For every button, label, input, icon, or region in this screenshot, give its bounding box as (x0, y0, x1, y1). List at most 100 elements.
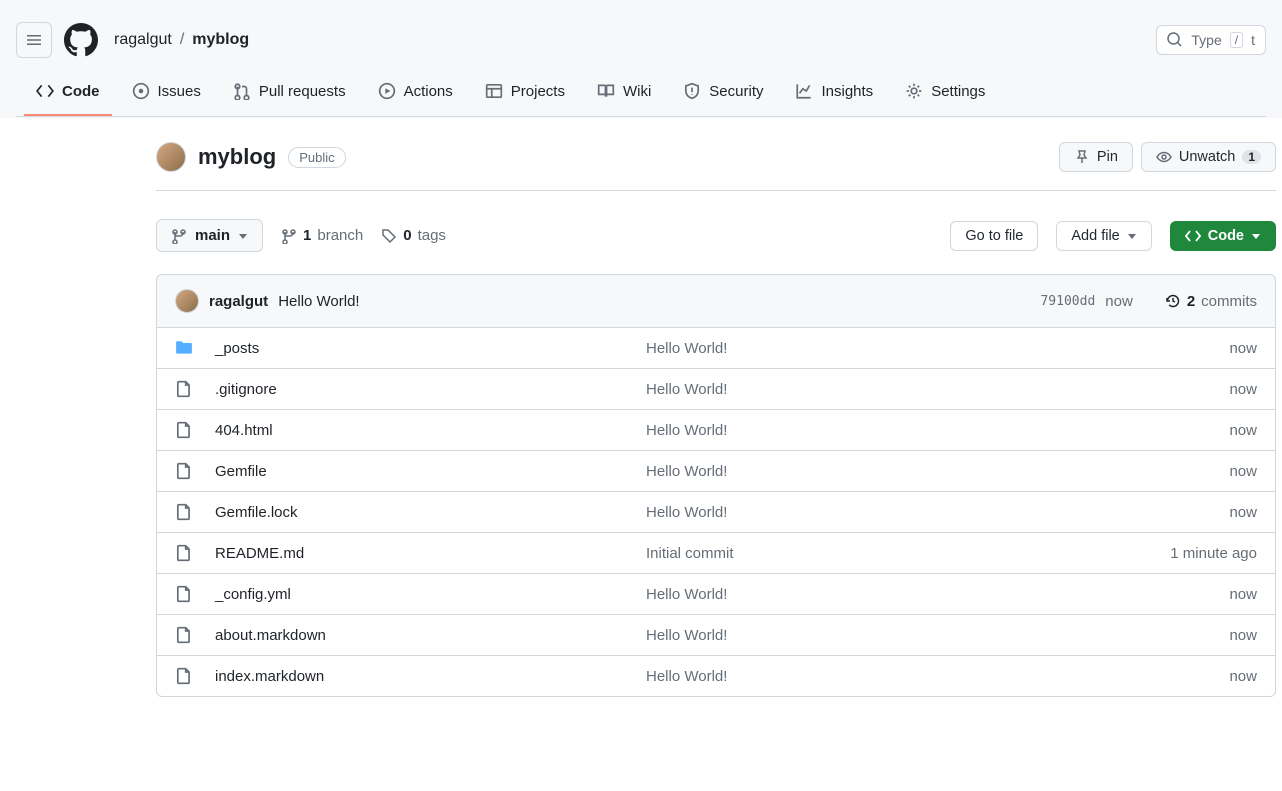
search-placeholder: Type (1191, 32, 1221, 48)
file-name[interactable]: README.md (215, 545, 646, 562)
breadcrumb-separator: / (180, 31, 184, 49)
tag-count-word: tags (418, 227, 446, 244)
github-logo[interactable] (64, 23, 98, 57)
hamburger-button[interactable] (16, 22, 52, 58)
file-name[interactable]: .gitignore (215, 381, 646, 398)
file-age: now (1077, 504, 1257, 521)
file-commit-message[interactable]: Hello World! (646, 340, 1077, 357)
tab-settings[interactable]: Settings (893, 72, 997, 116)
search-hotkey: / (1230, 32, 1243, 48)
caret-down-icon (1251, 231, 1261, 241)
file-name[interactable]: Gemfile.lock (215, 504, 646, 521)
file-name[interactable]: _posts (215, 340, 646, 357)
pin-label: Pin (1097, 149, 1118, 165)
file-commit-message[interactable]: Hello World! (646, 504, 1077, 521)
watch-label: Unwatch (1179, 149, 1235, 165)
tab-insights[interactable]: Insights (783, 72, 885, 116)
actions-icon (378, 82, 396, 100)
history-icon (1165, 293, 1181, 309)
tab-projects[interactable]: Projects (473, 72, 577, 116)
file-age: now (1077, 668, 1257, 685)
folder-icon (175, 339, 215, 357)
code-icon (36, 82, 54, 100)
file-name[interactable]: index.markdown (215, 668, 646, 685)
branch-select-button[interactable]: main (156, 219, 263, 252)
tab-label: Issues (158, 83, 201, 100)
file-name[interactable]: _config.yml (215, 586, 646, 603)
tab-label: Actions (404, 83, 453, 100)
pin-button[interactable]: Pin (1059, 142, 1133, 172)
file-commit-message[interactable]: Hello World! (646, 627, 1077, 644)
file-icon (175, 503, 215, 521)
file-name[interactable]: Gemfile (215, 463, 646, 480)
caret-down-icon (1127, 231, 1137, 241)
github-logo-icon (64, 23, 98, 57)
repo-title[interactable]: myblog (198, 144, 276, 170)
file-icon (175, 421, 215, 439)
code-button-label: Code (1208, 228, 1244, 244)
code-button[interactable]: Code (1170, 221, 1276, 251)
branch-count-number: 1 (303, 227, 311, 244)
branch-icon (281, 228, 297, 244)
file-age: now (1077, 627, 1257, 644)
watch-button[interactable]: Unwatch 1 (1141, 142, 1276, 172)
owner-avatar[interactable] (156, 142, 186, 172)
file-age: now (1077, 381, 1257, 398)
commit-time[interactable]: now (1105, 293, 1133, 310)
file-commit-message[interactable]: Hello World! (646, 668, 1077, 685)
commit-message[interactable]: Hello World! (278, 293, 359, 310)
add-file-button[interactable]: Add file (1056, 221, 1151, 251)
file-row: about.markdownHello World!now (157, 614, 1275, 655)
pull-request-icon (233, 82, 251, 100)
commit-author-avatar[interactable] (175, 289, 199, 313)
file-icon (175, 626, 215, 644)
commit-sha[interactable]: 79100dd (1040, 294, 1095, 309)
code-icon (1185, 228, 1201, 244)
tag-icon (381, 228, 397, 244)
file-commit-message[interactable]: Hello World! (646, 422, 1077, 439)
file-row: README.mdInitial commit1 minute ago (157, 532, 1275, 573)
file-icon (175, 380, 215, 398)
goto-file-label: Go to file (965, 228, 1023, 244)
search-input[interactable]: Type / t (1156, 25, 1266, 55)
file-commit-message[interactable]: Initial commit (646, 545, 1077, 562)
file-toolbar: main 1 branch 0 tags Go to file Add file… (156, 219, 1276, 252)
tab-label: Security (709, 83, 763, 100)
branch-count[interactable]: 1 branch (281, 227, 363, 244)
search-icon (1167, 32, 1183, 48)
goto-file-button[interactable]: Go to file (950, 221, 1038, 251)
file-icon (175, 462, 215, 480)
file-age: now (1077, 463, 1257, 480)
tab-wiki[interactable]: Wiki (585, 72, 663, 116)
tab-actions[interactable]: Actions (366, 72, 465, 116)
settings-icon (905, 82, 923, 100)
file-age: now (1077, 340, 1257, 357)
file-table: _postsHello World!now.gitignoreHello Wor… (156, 328, 1276, 697)
file-commit-message[interactable]: Hello World! (646, 463, 1077, 480)
file-age: now (1077, 422, 1257, 439)
commits-link[interactable]: 2 commits (1165, 293, 1257, 310)
file-row: Gemfile.lockHello World!now (157, 491, 1275, 532)
latest-commit-bar: ragalgut Hello World! 79100dd now 2 comm… (156, 274, 1276, 328)
tag-count[interactable]: 0 tags (381, 227, 446, 244)
file-row: index.markdownHello World!now (157, 655, 1275, 696)
breadcrumb-owner[interactable]: ragalgut (114, 31, 172, 49)
file-name[interactable]: 404.html (215, 422, 646, 439)
file-age: now (1077, 586, 1257, 603)
file-name[interactable]: about.markdown (215, 627, 646, 644)
breadcrumb-repo[interactable]: myblog (192, 31, 249, 49)
insights-icon (795, 82, 813, 100)
tab-pull-requests[interactable]: Pull requests (221, 72, 358, 116)
tab-code[interactable]: Code (24, 72, 112, 116)
wiki-icon (597, 82, 615, 100)
tab-issues[interactable]: Issues (120, 72, 213, 116)
tab-label: Insights (821, 83, 873, 100)
tab-label: Wiki (623, 83, 651, 100)
file-row: GemfileHello World!now (157, 450, 1275, 491)
pin-icon (1074, 149, 1090, 165)
tab-security[interactable]: Security (671, 72, 775, 116)
file-commit-message[interactable]: Hello World! (646, 381, 1077, 398)
file-row: .gitignoreHello World!now (157, 368, 1275, 409)
file-commit-message[interactable]: Hello World! (646, 586, 1077, 603)
commit-author[interactable]: ragalgut (209, 293, 268, 310)
